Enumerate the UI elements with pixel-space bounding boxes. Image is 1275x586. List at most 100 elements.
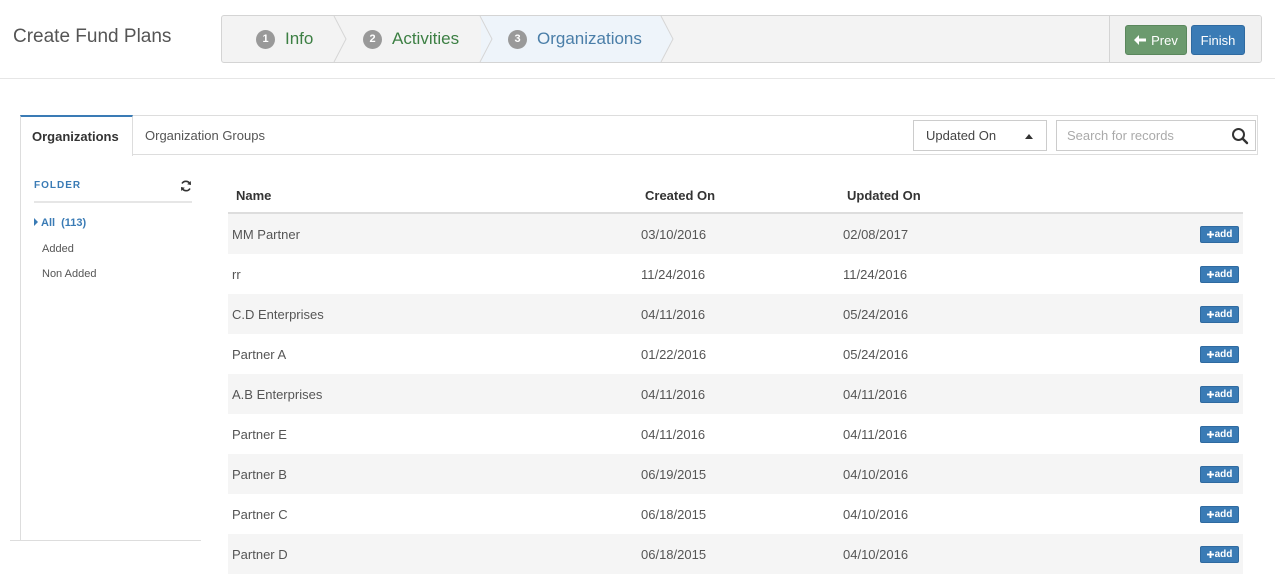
- add-button[interactable]: add: [1200, 386, 1239, 403]
- cell-updated-on: 11/24/2016: [843, 267, 908, 282]
- column-header-name[interactable]: Name: [236, 188, 271, 203]
- plus-icon: [1206, 511, 1214, 518]
- folder-item-all[interactable]: All (113): [34, 217, 86, 229]
- add-button[interactable]: add: [1200, 546, 1239, 563]
- cell-created-on: 06/19/2015: [641, 467, 707, 482]
- cell-updated-on: 05/24/2016: [843, 307, 909, 322]
- sort-select[interactable]: Updated On: [913, 120, 1047, 151]
- sidebar-divider: [10, 540, 201, 541]
- cell-created-on: 06/18/2015: [641, 547, 707, 562]
- plus-icon: [1206, 311, 1214, 318]
- folder-item-count: (113): [61, 217, 87, 229]
- cell-name: rr: [232, 267, 241, 282]
- plus-icon: [1206, 551, 1214, 558]
- add-label: add: [1214, 469, 1233, 480]
- cell-updated-on: 02/08/2017: [843, 227, 909, 242]
- step-label: Activities: [392, 29, 460, 48]
- table-row[interactable]: Partner A 01/22/2016 05/24/2016 add: [228, 334, 1243, 374]
- cell-created-on: 01/22/2016: [641, 347, 707, 362]
- step-separator: [479, 16, 493, 62]
- caret-up-icon: [1025, 134, 1033, 139]
- column-header-created[interactable]: Created On: [645, 188, 715, 203]
- add-label: add: [1214, 509, 1233, 520]
- tabs-bar: Organizations Organization Groups Update…: [20, 115, 1258, 156]
- folder-header: FOLDER: [34, 180, 82, 191]
- plus-icon: [1206, 431, 1214, 438]
- table-row[interactable]: C.D Enterprises 04/11/2016 05/24/2016 add: [228, 294, 1243, 334]
- organizations-table: Name Created On Updated On MM Partner 03/…: [228, 176, 1243, 574]
- table-row[interactable]: Partner D 06/18/2015 04/10/2016 add: [228, 534, 1243, 574]
- cell-created-on: 04/11/2016: [641, 387, 706, 402]
- folder-item-added[interactable]: Added: [42, 243, 74, 255]
- add-button[interactable]: add: [1200, 426, 1239, 443]
- plus-icon: [1206, 231, 1214, 238]
- step-number: 3: [508, 29, 527, 49]
- cell-created-on: 04/11/2016: [641, 427, 706, 442]
- add-button[interactable]: add: [1200, 506, 1239, 523]
- cell-created-on: 04/11/2016: [641, 307, 706, 322]
- step-label: Info: [285, 29, 314, 48]
- add-label: add: [1214, 269, 1233, 280]
- add-label: add: [1214, 229, 1233, 240]
- table-row[interactable]: MM Partner 03/10/2016 02/08/2017 add: [228, 214, 1243, 254]
- column-header-updated[interactable]: Updated On: [847, 188, 921, 203]
- arrow-left-icon: [1134, 35, 1147, 45]
- step-separator: [333, 16, 347, 62]
- step-label: Organizations: [537, 29, 642, 48]
- add-button[interactable]: add: [1200, 346, 1239, 363]
- add-button[interactable]: add: [1200, 266, 1239, 283]
- cell-name: Partner C: [232, 507, 288, 522]
- cell-name: Partner B: [232, 467, 287, 482]
- tab-organization-groups[interactable]: Organization Groups: [134, 115, 276, 155]
- add-button[interactable]: add: [1200, 466, 1239, 483]
- cell-updated-on: 05/24/2016: [843, 347, 909, 362]
- step-info[interactable]: 1 Info: [256, 16, 313, 62]
- plus-icon: [1206, 271, 1214, 278]
- cell-created-on: 03/10/2016: [641, 227, 707, 242]
- cell-name: MM Partner: [232, 227, 300, 242]
- table-row[interactable]: rr 11/24/2016 11/24/2016 add: [228, 254, 1243, 294]
- add-button[interactable]: add: [1200, 226, 1239, 243]
- step-separator: [660, 16, 674, 62]
- cell-updated-on: 04/11/2016: [843, 427, 908, 442]
- cell-name: C.D Enterprises: [232, 307, 324, 322]
- cell-name: A.B Enterprises: [232, 387, 323, 402]
- cell-updated-on: 04/11/2016: [843, 387, 908, 402]
- table-row[interactable]: A.B Enterprises 04/11/2016 04/11/2016 add: [228, 374, 1243, 414]
- plus-icon: [1206, 471, 1214, 478]
- folder-item-label: All: [41, 217, 56, 229]
- plus-icon: [1206, 351, 1214, 358]
- cell-name: Partner A: [232, 347, 287, 362]
- wizard-steps: 1 Info 2 Activities 3 Organizations Prev…: [221, 15, 1262, 63]
- search-input[interactable]: [1057, 121, 1217, 150]
- table-row[interactable]: Partner B 06/19/2015 04/10/2016 add: [228, 454, 1243, 494]
- step-number: 2: [363, 29, 382, 49]
- cell-created-on: 06/18/2015: [641, 507, 707, 522]
- cell-name: Partner D: [232, 547, 288, 562]
- step-organizations[interactable]: 3 Organizations: [508, 16, 642, 62]
- wizard-actions: Prev Finish: [1109, 16, 1261, 62]
- page-title: Create Fund Plans: [13, 26, 172, 47]
- prev-button[interactable]: Prev: [1125, 25, 1187, 55]
- step-number: 1: [256, 29, 275, 49]
- search-box: [1056, 120, 1256, 151]
- folder-sidebar: FOLDER All (113) Added Non Added: [20, 155, 201, 541]
- add-label: add: [1214, 549, 1233, 560]
- add-label: add: [1214, 309, 1233, 320]
- cell-updated-on: 04/10/2016: [843, 507, 909, 522]
- add-label: add: [1214, 389, 1233, 400]
- step-activities[interactable]: 2 Activities: [363, 16, 459, 62]
- folder-item-non-added[interactable]: Non Added: [42, 268, 96, 280]
- finish-button[interactable]: Finish: [1191, 25, 1245, 55]
- table-row[interactable]: Partner E 04/11/2016 04/11/2016 add: [228, 414, 1243, 454]
- plus-icon: [1206, 391, 1214, 398]
- add-button[interactable]: add: [1200, 306, 1239, 323]
- cell-created-on: 11/24/2016: [641, 267, 706, 282]
- table-row[interactable]: Partner C 06/18/2015 04/10/2016 add: [228, 494, 1243, 534]
- cell-name: Partner E: [232, 427, 287, 442]
- add-label: add: [1214, 429, 1233, 440]
- refresh-icon[interactable]: [180, 180, 192, 192]
- add-label: add: [1214, 349, 1233, 360]
- search-icon[interactable]: [1231, 127, 1249, 145]
- tab-organizations[interactable]: Organizations: [20, 115, 133, 156]
